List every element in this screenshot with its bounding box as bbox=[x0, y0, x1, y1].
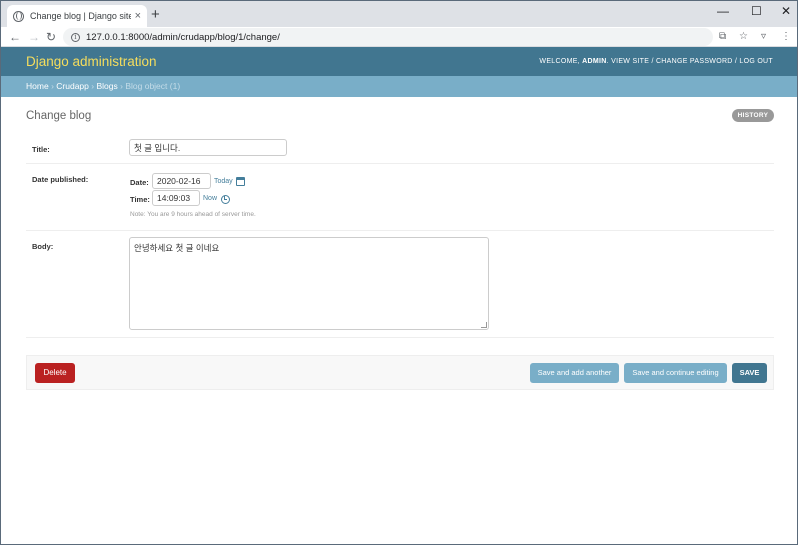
bookmark-star-icon[interactable]: ☆ bbox=[739, 31, 748, 43]
breadcrumb-separator: › bbox=[120, 81, 123, 91]
welcome-text: WELCOME, bbox=[539, 58, 580, 65]
browser-tab[interactable]: Change blog | Django site adm × bbox=[7, 5, 147, 27]
now-link[interactable]: Now bbox=[203, 195, 217, 202]
resize-grip-icon[interactable] bbox=[481, 322, 487, 328]
back-arrow-icon[interactable]: ← bbox=[9, 29, 21, 45]
body-text: 안녕하세요 첫 글 이네요 bbox=[134, 243, 220, 253]
today-link[interactable]: Today bbox=[214, 178, 233, 185]
date-published-row: Date published: Date: 2020-02-16 Today T… bbox=[26, 164, 774, 231]
breadcrumb-separator: › bbox=[91, 81, 95, 91]
save-and-continue-button[interactable]: Save and continue editing bbox=[624, 363, 727, 383]
user-tools: WELCOME, ADMIN. VIEW SITE / CHANGE PASSW… bbox=[539, 58, 773, 65]
time-label: Time: bbox=[130, 195, 150, 204]
minimize-button[interactable]: — bbox=[717, 5, 729, 17]
save-and-add-another-button[interactable]: Save and add another bbox=[530, 363, 619, 383]
date-published-label: Date published: bbox=[32, 175, 89, 184]
body-textarea[interactable]: 안녕하세요 첫 글 이네요 bbox=[129, 237, 489, 330]
tab-close-icon[interactable]: × bbox=[135, 10, 141, 22]
breadcrumb-separator: › bbox=[51, 81, 54, 91]
breadcrumb-current: Blog object (1) bbox=[125, 81, 181, 91]
date-label: Date: bbox=[130, 178, 149, 187]
admin-header: Django administration WELCOME, ADMIN. VI… bbox=[1, 47, 797, 76]
breadcrumb: Home › Crudapp › Blogs › Blog object (1) bbox=[1, 76, 797, 97]
calendar-icon[interactable] bbox=[236, 177, 245, 186]
globe-icon bbox=[13, 10, 24, 22]
title-input[interactable]: 첫 글 입니다. bbox=[129, 139, 287, 156]
site-brand[interactable]: Django administration bbox=[26, 54, 157, 69]
forward-arrow-icon[interactable]: → bbox=[28, 29, 40, 45]
translate-icon[interactable]: ⧉ bbox=[719, 31, 726, 43]
title-label: Title: bbox=[32, 145, 50, 154]
timezone-note: Note: You are 9 hours ahead of server ti… bbox=[130, 211, 256, 218]
tab-strip: Change blog | Django site adm × + — ☐ ✕ bbox=[1, 1, 797, 27]
address-bar[interactable]: i 127.0.0.1:8000/admin/crudapp/blog/1/ch… bbox=[63, 28, 713, 46]
tab-title: Change blog | Django site adm bbox=[30, 11, 131, 21]
site-info-icon[interactable]: i bbox=[71, 32, 80, 42]
body-label: Body: bbox=[32, 242, 54, 251]
extension-icon[interactable]: ▿ bbox=[761, 31, 766, 43]
menu-dots-icon[interactable]: ⋮ bbox=[781, 31, 791, 43]
breadcrumb-model[interactable]: Blogs bbox=[96, 81, 117, 91]
url-text: 127.0.0.1:8000/admin/crudapp/blog/1/chan… bbox=[86, 31, 280, 43]
breadcrumb-app[interactable]: Crudapp bbox=[56, 81, 89, 91]
username: ADMIN bbox=[582, 58, 607, 65]
submit-row: Delete Save and add another Save and con… bbox=[26, 355, 774, 390]
body-row: Body: 안녕하세요 첫 글 이네요 bbox=[26, 231, 774, 338]
date-input[interactable]: 2020-02-16 bbox=[152, 173, 211, 189]
page-title: Change blog bbox=[26, 110, 92, 122]
new-tab-button[interactable]: + bbox=[151, 7, 160, 23]
history-button[interactable]: HISTORY bbox=[732, 109, 774, 122]
browser-toolbar: ← → ↻ i 127.0.0.1:8000/admin/crudapp/blo… bbox=[1, 27, 797, 47]
time-input[interactable]: 14:09:03 bbox=[152, 190, 200, 206]
delete-button[interactable]: Delete bbox=[35, 363, 75, 383]
close-window-button[interactable]: ✕ bbox=[781, 5, 791, 17]
maximize-button[interactable]: ☐ bbox=[751, 5, 762, 17]
reload-icon[interactable]: ↻ bbox=[46, 29, 56, 45]
clock-icon[interactable] bbox=[221, 195, 230, 204]
breadcrumb-home[interactable]: Home bbox=[26, 81, 49, 91]
user-links[interactable]: . VIEW SITE / CHANGE PASSWORD / LOG OUT bbox=[607, 58, 773, 65]
save-button[interactable]: SAVE bbox=[732, 363, 767, 383]
browser-window: Change blog | Django site adm × + — ☐ ✕ … bbox=[0, 0, 798, 545]
title-row: Title: 첫 글 입니다. bbox=[26, 133, 774, 164]
